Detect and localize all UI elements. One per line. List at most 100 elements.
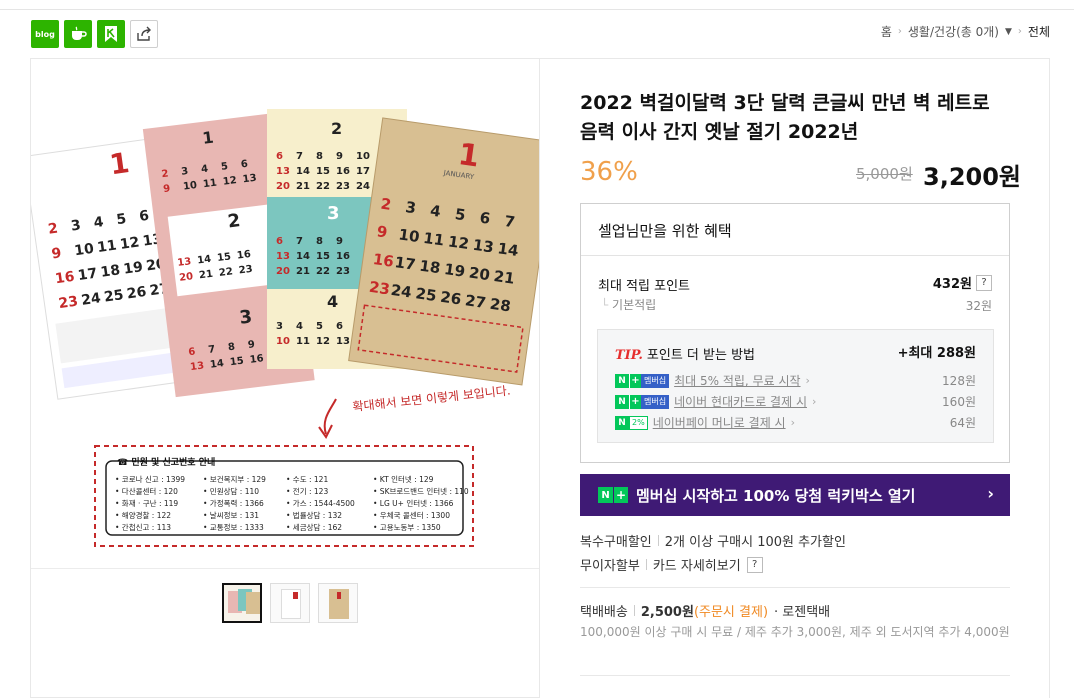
- info-grid-entry: • 우체국 콜센터 : 1300: [373, 510, 450, 520]
- card-details-link[interactable]: 카드 자세히보기: [653, 555, 741, 574]
- tip-item-hyundai-card[interactable]: N + 멤버십 네이버 현대카드로 결제 시 ›: [615, 393, 816, 410]
- svg-text:23: 23: [58, 293, 80, 312]
- installment-info: 무이자할부 카드 자세히보기 ?: [580, 555, 763, 574]
- svg-text:11: 11: [296, 336, 310, 347]
- cal-pink-month3: 3: [238, 306, 253, 328]
- installment-label: 무이자할부: [580, 559, 640, 574]
- svg-text:13: 13: [472, 236, 495, 257]
- blog-share-button[interactable]: blog: [31, 20, 59, 48]
- tip-item-text[interactable]: 네이버페이 머니로 결제 시: [653, 414, 786, 431]
- info-grid-entry: • 보건복지부 : 129: [203, 474, 266, 484]
- info-grid-entry: • 가정폭력 : 1366: [203, 498, 264, 508]
- naver-pay-2pct-badge: N 2%: [615, 415, 648, 430]
- svg-text:2: 2: [331, 119, 342, 138]
- svg-text:28: 28: [489, 295, 512, 316]
- info-grid-entry: • 법률상담 : 132: [286, 510, 342, 520]
- keep-share-button[interactable]: [97, 20, 125, 48]
- svg-text:16: 16: [336, 251, 350, 262]
- svg-text:15: 15: [316, 166, 330, 177]
- thumbnail-2[interactable]: [270, 583, 310, 623]
- benefit-header: 셀업님만을 위한 혜택: [581, 204, 1009, 256]
- caret-down-icon[interactable]: ▼: [1005, 27, 1012, 37]
- svg-text:14: 14: [296, 251, 310, 262]
- svg-text:5: 5: [220, 161, 228, 173]
- banner-text: 멤버십 시작하고 100% 당첨 럭키박스 열기: [636, 486, 916, 505]
- svg-text:9: 9: [163, 183, 171, 195]
- badge-percent: 2%: [629, 415, 648, 430]
- breadcrumb-separator: ›: [897, 26, 902, 37]
- breadcrumb: 홈 › 생활/건강(총 0개) ▼ › 전체: [881, 23, 1050, 40]
- svg-text:22: 22: [316, 266, 330, 277]
- breadcrumb-current[interactable]: 전체: [1028, 23, 1050, 40]
- tip-item-naverpay-money[interactable]: N 2% 네이버페이 머니로 결제 시 ›: [615, 414, 795, 431]
- svg-text:21: 21: [296, 266, 310, 277]
- svg-text:24: 24: [80, 290, 102, 309]
- tip-item-membership[interactable]: N + 멤버십 최대 5% 적립, 무료 시작 ›: [615, 372, 810, 389]
- thumbnail-3[interactable]: [318, 583, 358, 623]
- shipping-fee-note: (주문시 결제): [693, 605, 769, 620]
- shipping-fee: 2,500원: [640, 605, 694, 620]
- info-grid-entry: • 교통정보 : 1333: [203, 522, 264, 532]
- svg-text:6: 6: [336, 321, 343, 332]
- svg-text:14: 14: [496, 239, 519, 260]
- svg-text:11: 11: [96, 238, 118, 257]
- svg-text:13: 13: [242, 173, 257, 186]
- max-points-label: 최대 적립 포인트: [598, 279, 690, 294]
- svg-text:26: 26: [126, 284, 148, 303]
- cal-pink-month: 2: [226, 210, 241, 232]
- svg-text:17: 17: [77, 266, 99, 285]
- breadcrumb-home[interactable]: 홈: [881, 23, 892, 40]
- svg-text:26: 26: [439, 288, 462, 309]
- svg-text:16: 16: [336, 166, 350, 177]
- multi-buy-value: 2개 이상 구매시 100원 추가할인: [664, 535, 846, 550]
- info-grid-entry: • KT 인터넷 : 129: [373, 474, 434, 484]
- product-main-image[interactable]: 1 23456 9 10 11 12 13 16 17 18 19 20 23 24 25 26 27 …: [31, 59, 539, 564]
- multi-buy-label: 복수구매할인: [580, 535, 652, 550]
- svg-text:19: 19: [443, 260, 466, 281]
- indent-icon: └: [601, 298, 613, 312]
- svg-text:17: 17: [394, 253, 417, 274]
- breadcrumb-category[interactable]: 생활/건강(총 0개): [908, 23, 999, 40]
- section-divider: [580, 675, 1010, 676]
- help-icon[interactable]: ?: [746, 556, 763, 573]
- product-gallery: 1 23456 9 10 11 12 13 16 17 18 19 20 23 24 25 26 27 …: [30, 58, 540, 698]
- tip-box: TIP. 포인트 더 받는 방법 +최대 288원 N + 멤버십 최대 5% 적립,…: [597, 329, 994, 443]
- help-icon[interactable]: ?: [976, 274, 992, 291]
- svg-text:23: 23: [336, 181, 350, 192]
- share-bar: blog: [31, 20, 158, 48]
- svg-text:6: 6: [240, 159, 248, 171]
- divider: [645, 559, 647, 570]
- max-points: 432원 ?: [933, 273, 992, 292]
- shipping-carrier: · 로젠택배: [774, 605, 831, 620]
- svg-text:21: 21: [296, 181, 310, 192]
- svg-text:3: 3: [276, 321, 283, 332]
- chevron-right-icon: ›: [987, 484, 994, 503]
- svg-text:7: 7: [296, 236, 303, 247]
- svg-text:22: 22: [218, 266, 233, 279]
- svg-text:20: 20: [179, 271, 194, 284]
- svg-text:8: 8: [316, 151, 323, 162]
- tip-item-text[interactable]: 네이버 현대카드로 결제 시: [674, 393, 807, 410]
- svg-text:9: 9: [247, 339, 255, 351]
- naver-plus-logo-icon: N +: [598, 487, 628, 503]
- membership-luckybox-banner[interactable]: N + 멤버십 시작하고 100% 당첨 럭키박스 열기 ›: [580, 474, 1010, 516]
- svg-text:18: 18: [100, 262, 122, 281]
- svg-text:13: 13: [276, 166, 290, 177]
- info-grid-entry: • 날씨정보 : 131: [203, 510, 259, 520]
- share-out-button[interactable]: [130, 20, 158, 48]
- svg-text:24: 24: [356, 181, 370, 192]
- svg-text:20: 20: [468, 264, 491, 285]
- svg-text:13: 13: [190, 361, 205, 374]
- svg-text:21: 21: [493, 267, 516, 288]
- svg-text:14: 14: [209, 358, 224, 371]
- svg-text:24: 24: [390, 281, 413, 302]
- svg-text:11: 11: [422, 229, 445, 250]
- svg-text:18: 18: [418, 257, 441, 278]
- info-grid-entry: • 해양경찰 : 122: [115, 510, 171, 520]
- cafe-share-button[interactable]: [64, 20, 92, 48]
- svg-text:15: 15: [216, 251, 231, 264]
- shipping-note: 100,000원 이상 구매 시 무료 / 제주 추가 3,000원, 제주 외…: [580, 625, 1010, 639]
- svg-text:22: 22: [316, 181, 330, 192]
- tip-item-text[interactable]: 최대 5% 적립, 무료 시작: [674, 372, 800, 389]
- thumbnail-1[interactable]: [222, 583, 262, 623]
